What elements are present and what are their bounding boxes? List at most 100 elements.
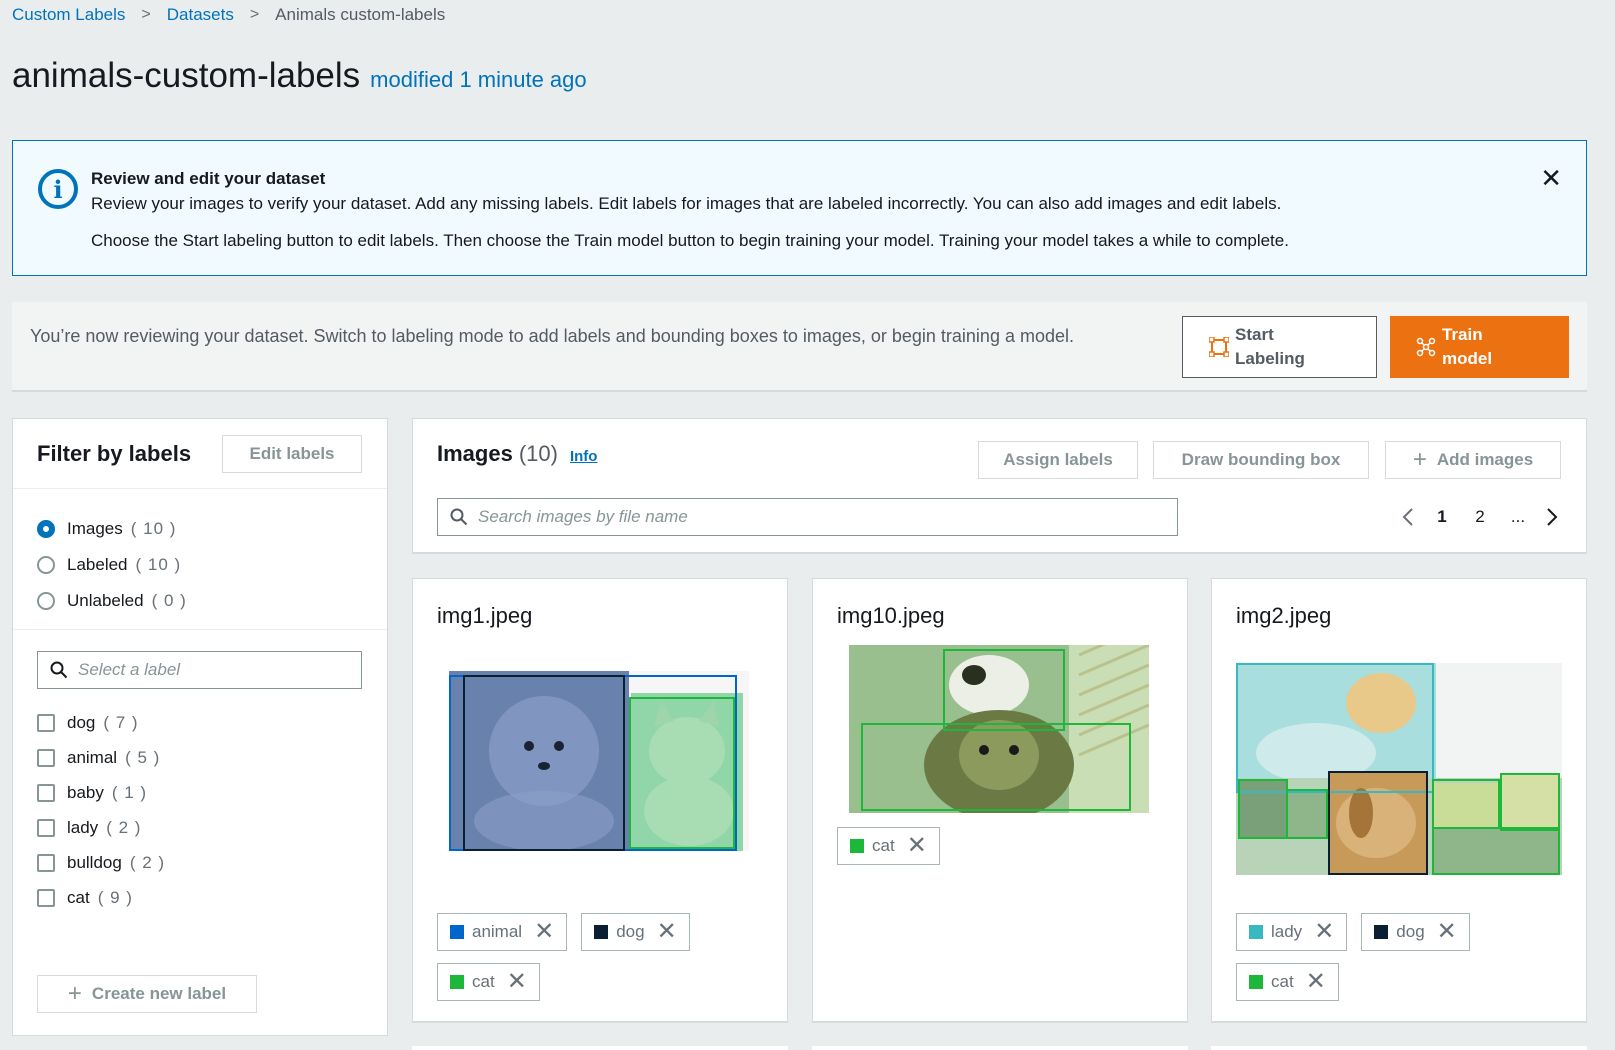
banner-text-2: Choose the Start labeling button to edit…: [91, 231, 1289, 250]
checkbox[interactable]: [37, 888, 55, 907]
tag-label: cat: [1271, 972, 1294, 991]
start-labeling-label: Start Labeling: [1235, 325, 1305, 368]
breadcrumb-custom-labels[interactable]: Custom Labels: [12, 5, 125, 25]
label-count: ( 1 ): [111, 782, 148, 802]
radio-label: Images: [67, 519, 123, 538]
draw-bounding-box-button[interactable]: Draw bounding box: [1153, 441, 1369, 479]
image-thumbnail[interactable]: [1236, 663, 1562, 875]
plus-icon: +: [67, 980, 82, 1007]
radio-label: Labeled: [67, 555, 128, 574]
label-tag-lady: lady ✕: [1236, 913, 1348, 951]
start-labeling-button[interactable]: Start Labeling: [1182, 316, 1377, 378]
close-icon[interactable]: ✕: [1314, 920, 1334, 944]
image-card[interactable]: img2.jpeg lady ✕ dog ✕ cat ✕: [1211, 578, 1587, 1023]
filter-header: Filter by labels Edit labels: [13, 419, 387, 489]
cat-bounding-box: [1286, 789, 1328, 839]
image-thumbnail[interactable]: [449, 671, 749, 851]
chevron-left-icon[interactable]: [1393, 507, 1423, 527]
label-tag-cat: cat ✕: [1236, 963, 1339, 1001]
radio-unlabeled[interactable]: Unlabeled ( 0 ): [37, 583, 187, 619]
checkbox[interactable]: [37, 748, 55, 767]
color-swatch: [850, 839, 864, 853]
search-icon: [450, 508, 468, 526]
close-icon[interactable]: ✕: [907, 834, 927, 858]
chevron-right-icon[interactable]: [1537, 507, 1567, 527]
label-count: ( 5 ): [125, 747, 161, 767]
dog-bounding-box: [463, 675, 625, 851]
chevron-right-icon: >: [141, 6, 151, 23]
radio-count: ( 0 ): [151, 591, 187, 610]
create-new-label-button[interactable]: + Create new label: [37, 975, 257, 1013]
checkbox[interactable]: [37, 853, 55, 872]
checkbox[interactable]: [37, 783, 55, 802]
radio-labeled[interactable]: Labeled ( 10 ): [37, 547, 187, 583]
close-icon[interactable]: ✕: [657, 920, 677, 944]
image-search-input[interactable]: Search images by file name: [437, 498, 1178, 536]
label-filter-baby[interactable]: baby ( 1 ): [37, 775, 165, 810]
breadcrumb: Custom Labels > Datasets > Animals custo…: [12, 4, 445, 26]
image-thumbnail[interactable]: [849, 645, 1149, 813]
title-row: animals-custom-labels modified 1 minute …: [12, 56, 587, 96]
image-card-next-row: [1211, 1046, 1587, 1050]
close-icon[interactable]: ✕: [534, 920, 554, 944]
banner-title: Review and edit your dataset: [91, 169, 326, 188]
tag-label: cat: [872, 836, 895, 855]
modified-status: modified 1 minute ago: [370, 67, 587, 92]
cat-bounding-box: [629, 697, 735, 849]
radio-count: ( 10 ): [135, 555, 182, 574]
image-card[interactable]: img1.jpeg animal ✕ dog ✕ cat ✕: [412, 578, 788, 1023]
train-model-button[interactable]: Train model: [1390, 316, 1569, 378]
tag-label: dog: [1396, 922, 1425, 941]
tag-label: animal: [472, 922, 523, 941]
radio-button[interactable]: [37, 592, 55, 610]
info-link[interactable]: Info: [570, 448, 598, 465]
close-icon[interactable]: ✕: [507, 970, 527, 994]
label-checkbox-list: dog ( 7 ) animal ( 5 ) baby ( 1 ) lady ( 2 )…: [37, 705, 165, 915]
edit-labels-button[interactable]: Edit labels: [222, 435, 362, 473]
label-search-placeholder: Select a label: [78, 660, 181, 679]
cat-bounding-box: [1432, 827, 1560, 875]
label-name: cat: [67, 887, 90, 907]
image-card[interactable]: img10.jpeg cat ✕: [812, 578, 1188, 1023]
color-swatch: [1249, 975, 1263, 989]
label-filter-bulldog[interactable]: bulldog ( 2 ): [37, 845, 165, 880]
label-filter-lady[interactable]: lady ( 2 ): [37, 810, 165, 845]
close-icon[interactable]: ✕: [1306, 970, 1326, 994]
assign-labels-button[interactable]: Assign labels: [978, 441, 1138, 479]
info-banner: i Review and edit your dataset Review yo…: [12, 140, 1587, 276]
label-tag-dog: dog ✕: [581, 913, 690, 951]
tag-label: cat: [472, 972, 495, 991]
label-count: ( 2 ): [129, 852, 166, 872]
label-count: ( 7 ): [103, 712, 139, 732]
color-swatch: [594, 925, 609, 939]
pagination: 1 2 ...: [1393, 501, 1567, 533]
label-count: ( 2 ): [106, 817, 142, 837]
create-label-text: Create new label: [91, 984, 227, 1003]
label-filter-dog[interactable]: dog ( 7 ): [37, 705, 165, 740]
breadcrumb-datasets[interactable]: Datasets: [167, 5, 234, 25]
tag-label: dog: [616, 922, 645, 941]
checkbox[interactable]: [37, 713, 55, 732]
close-icon[interactable]: ✕: [1540, 165, 1562, 191]
cat-bounding-box: [1238, 779, 1288, 839]
images-count: (10): [518, 441, 558, 466]
checkbox[interactable]: [37, 818, 55, 837]
review-message: You’re now reviewing your dataset. Switc…: [30, 326, 1074, 346]
add-images-button[interactable]: + Add images: [1385, 441, 1561, 479]
radio-images[interactable]: Images ( 10 ): [37, 511, 187, 547]
page-1[interactable]: 1: [1423, 507, 1461, 527]
radio-button[interactable]: [37, 520, 55, 538]
label-search-input[interactable]: Select a label: [37, 651, 362, 689]
radio-button[interactable]: [37, 556, 55, 574]
label-filter-cat[interactable]: cat ( 9 ): [37, 880, 165, 915]
color-swatch: [1249, 925, 1263, 939]
label-tag-cat: cat ✕: [837, 827, 940, 865]
breadcrumb-current: Animals custom-labels: [275, 5, 446, 24]
close-icon[interactable]: ✕: [1437, 920, 1457, 944]
label-filter-animal[interactable]: animal ( 5 ): [37, 740, 165, 775]
image-filename: img2.jpeg: [1236, 603, 1332, 628]
label-count: ( 9 ): [97, 887, 133, 907]
page-2[interactable]: 2: [1461, 507, 1499, 527]
label-tag-animal: animal ✕: [437, 913, 568, 951]
filter-title: Filter by labels: [37, 441, 192, 466]
